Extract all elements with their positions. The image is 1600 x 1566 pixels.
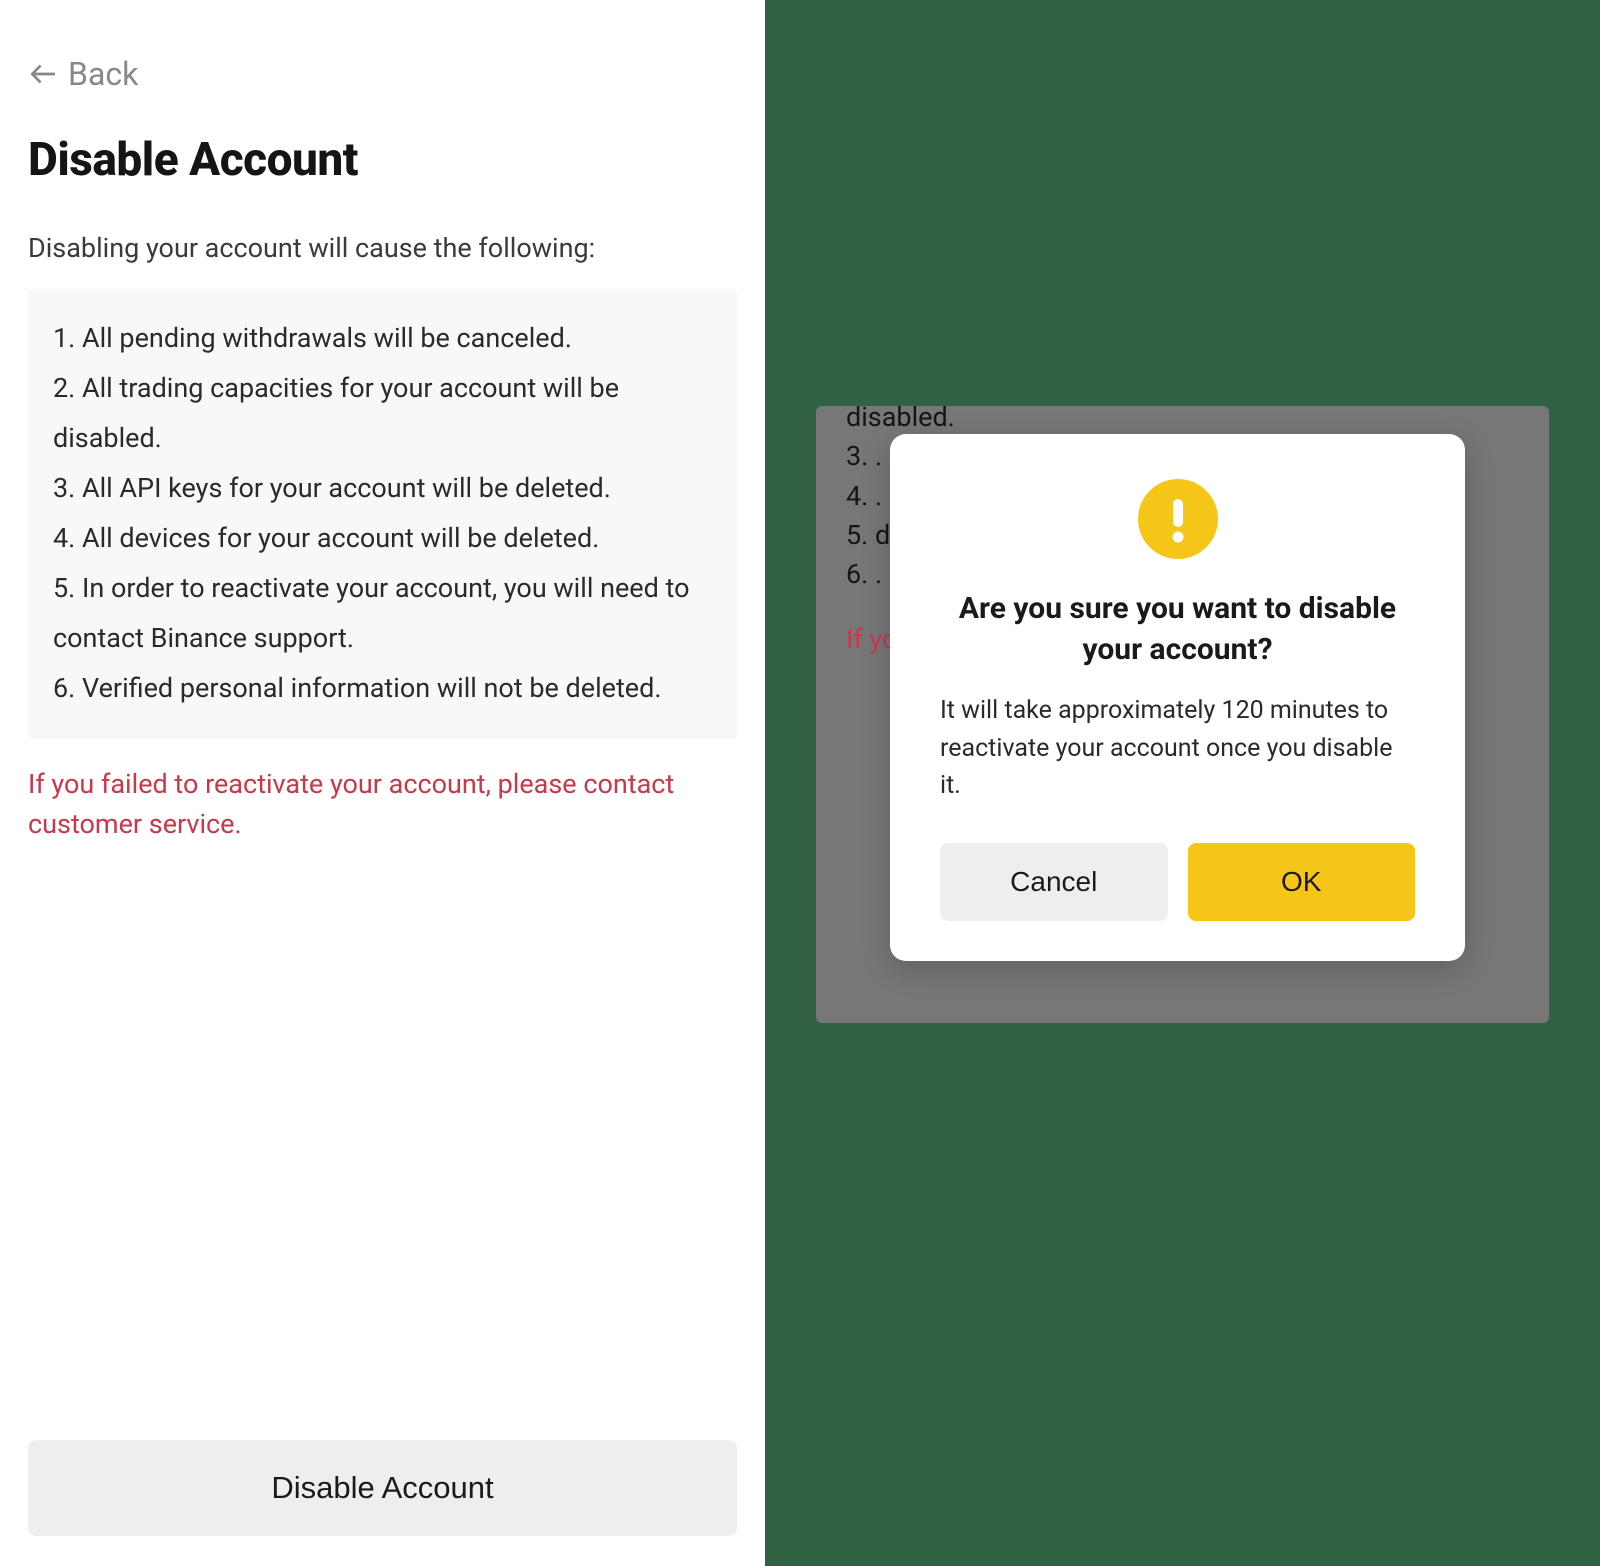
list-item: 2. All trading capacities for your accou… <box>53 364 712 464</box>
modal-body: It will take approximately 120 minutes t… <box>940 692 1415 805</box>
consequence-list: 1. All pending withdrawals will be cance… <box>28 289 737 739</box>
arrow-left-icon <box>28 62 58 86</box>
warning-icon <box>1138 479 1218 559</box>
page-title: Disable Account <box>28 133 737 187</box>
modal-button-row: Cancel OK <box>940 843 1415 921</box>
list-item: 1. All pending withdrawals will be cance… <box>53 314 712 364</box>
intro-text: Disabling your account will cause the fo… <box>28 232 737 264</box>
list-item: 5. In order to reactivate your account, … <box>53 564 712 664</box>
modal-title: Are you sure you want to disable your ac… <box>940 589 1415 670</box>
list-item: 6. Verified personal information will no… <box>53 664 712 714</box>
disable-account-screen: Back Disable Account Disabling your acco… <box>0 0 765 1566</box>
list-item: 4. All devices for your account will be … <box>53 514 712 564</box>
cancel-button[interactable]: Cancel <box>940 843 1168 921</box>
warning-text: If you failed to reactivate your account… <box>28 764 737 845</box>
disable-account-button[interactable]: Disable Account <box>28 1440 737 1536</box>
ok-button[interactable]: OK <box>1188 843 1416 921</box>
confirmation-screen: disabled. 3. . 4. . 5. d to 6. <box>765 0 1600 1566</box>
list-item: 3. All API keys for your account will be… <box>53 464 712 514</box>
confirmation-modal: Are you sure you want to disable your ac… <box>890 434 1465 961</box>
back-label: Back <box>68 55 138 93</box>
back-button[interactable]: Back <box>28 55 737 93</box>
